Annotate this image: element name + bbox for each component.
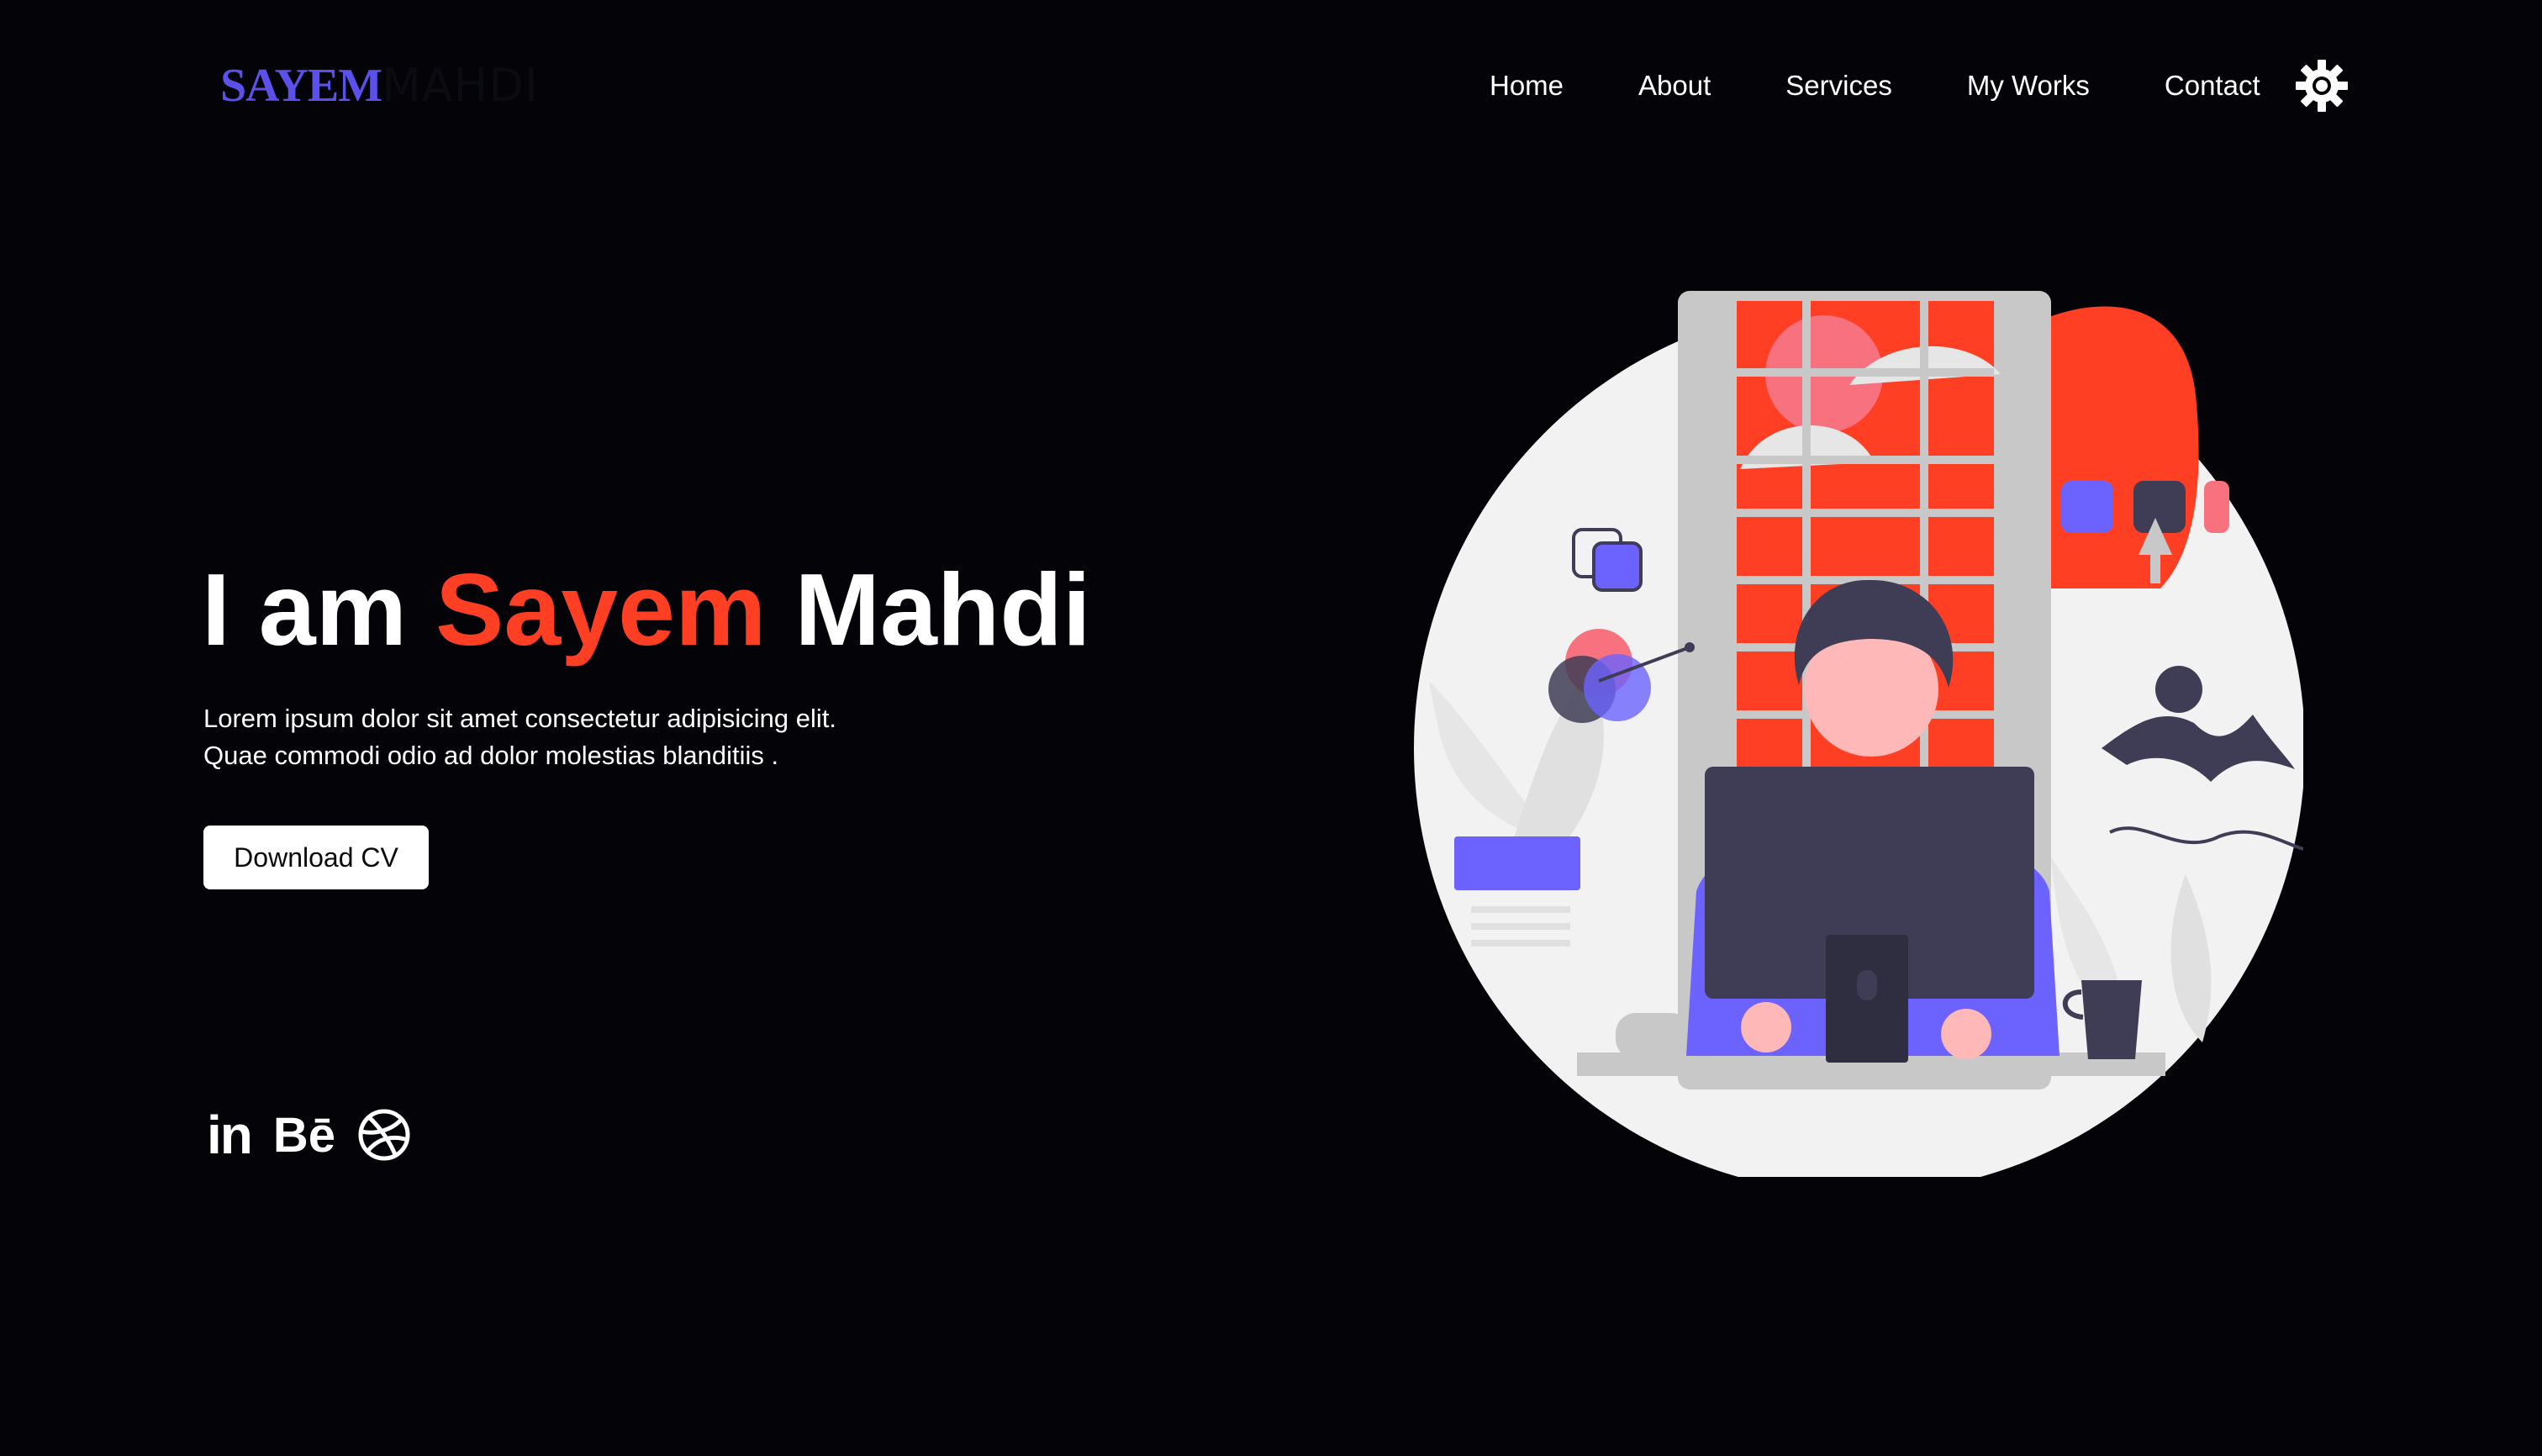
app-tile-dark xyxy=(2133,481,2186,533)
mountain-sun xyxy=(2155,666,2202,713)
hero-description-line-1: Lorem ipsum dolor sit amet consectetur a… xyxy=(203,704,836,733)
nav-services[interactable]: Services xyxy=(1785,70,1892,102)
nav-home[interactable]: Home xyxy=(1490,70,1564,102)
hero-title-suffix: Mahdi xyxy=(766,552,1091,667)
outline-square-2 xyxy=(1592,541,1643,592)
shelf-line-3 xyxy=(1471,940,1570,947)
window-bar-1 xyxy=(1737,368,1994,377)
hero-illustration xyxy=(1414,291,2303,1177)
dribbble-icon xyxy=(358,1109,410,1161)
app-tile-purple xyxy=(2061,481,2113,533)
dribbble-link[interactable] xyxy=(357,1108,411,1162)
linkedin-icon: in xyxy=(207,1105,253,1165)
download-cv-button[interactable]: Download CV xyxy=(203,826,429,889)
behance-icon: Bē xyxy=(272,1107,336,1163)
hero-title-accent: Sayem xyxy=(435,552,767,667)
hero-title-prefix: I am xyxy=(202,552,436,667)
hand-right xyxy=(1941,1009,1991,1059)
brand-logo[interactable]: SAYEM MAHDI xyxy=(220,59,539,114)
left-planter xyxy=(1454,836,1580,890)
shelf-line-1 xyxy=(1471,906,1570,913)
brand-last-name: MAHDI xyxy=(382,59,539,112)
linkedin-link[interactable]: in xyxy=(207,1104,253,1166)
nav-contact[interactable]: Contact xyxy=(2165,70,2260,102)
desk-stone xyxy=(1616,1013,1691,1059)
hero-description-line-2: Quae commodi odio ad dolor molestias bla… xyxy=(203,741,779,770)
main-nav: Home About Services My Works Contact xyxy=(1490,59,2350,113)
window-bar-2 xyxy=(1737,456,1994,464)
app-tile-pink xyxy=(2204,481,2229,533)
nav-about[interactable]: About xyxy=(1638,70,1711,102)
social-links: in Bē xyxy=(207,1103,433,1167)
pointer-dot xyxy=(1685,642,1695,652)
hero-title: I am Sayem Mahdi xyxy=(202,546,1091,673)
monitor-stand-detail xyxy=(1857,970,1877,1000)
nav-my-works[interactable]: My Works xyxy=(1967,70,2090,102)
brand-first-name: SAYEM xyxy=(220,60,382,112)
sun-icon[interactable] xyxy=(2294,58,2350,113)
window-bar-3 xyxy=(1737,509,1994,517)
mug xyxy=(2081,980,2142,1059)
hand-left xyxy=(1741,1002,1791,1052)
behance-link[interactable]: Bē xyxy=(273,1107,335,1163)
shelf-line-2 xyxy=(1471,923,1570,930)
red-blob xyxy=(2043,306,2199,588)
hero-description: Lorem ipsum dolor sit amet consectetur a… xyxy=(203,700,1128,774)
